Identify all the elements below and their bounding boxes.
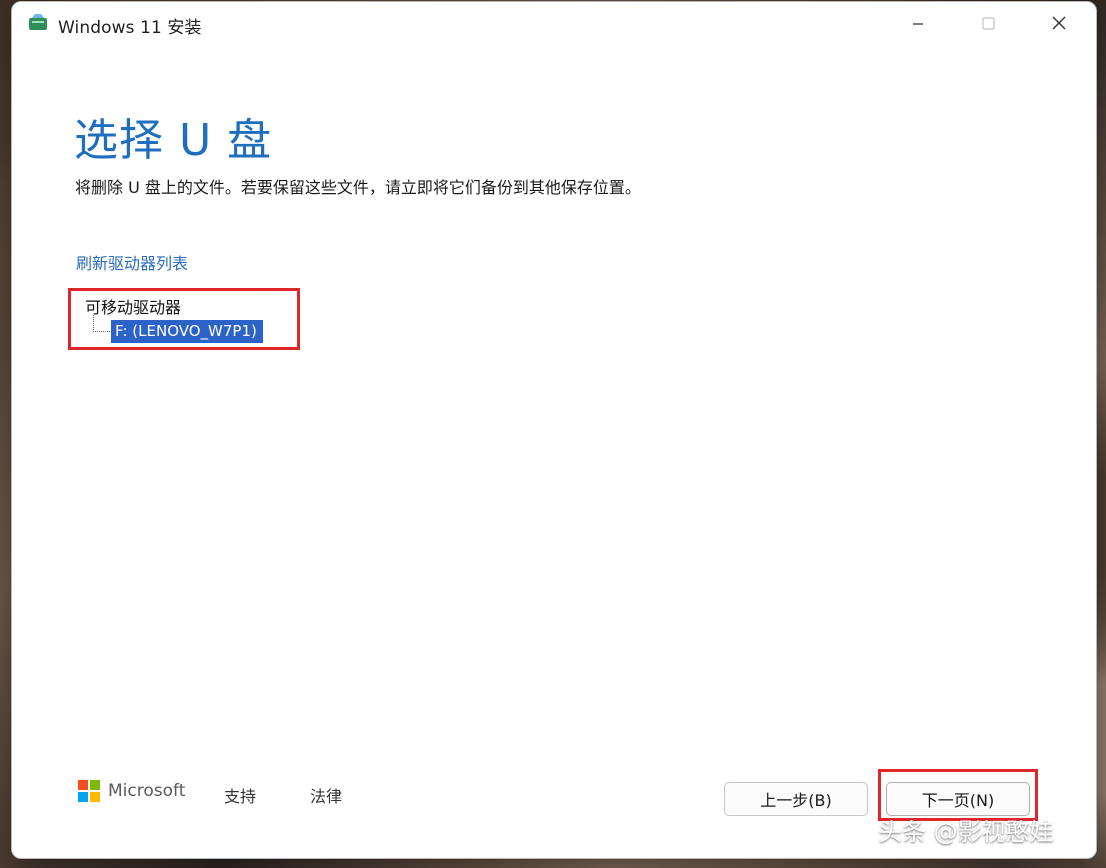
minimize-icon [912,15,924,34]
drive-tree-highlight: 可移动驱动器 F: (LENOVO_W7P1) [68,288,300,350]
watermark-text: 头条 @影视憨娃 [878,818,1054,846]
microsoft-brand-text: Microsoft [108,781,186,801]
maximize-icon [981,15,995,34]
maximize-button[interactable] [966,7,1010,41]
microsoft-logo: Microsoft [78,780,185,802]
tree-connector [93,315,110,332]
support-link[interactable]: 支持 [224,783,256,807]
refresh-drive-list-link[interactable]: 刷新驱动器列表 [76,250,188,274]
setup-window: Windows 11 安装 选择 U 盘 将删除 U 盘上的文件。若要保留这些文… [11,1,1097,859]
close-icon [1052,15,1066,34]
title-bar[interactable]: Windows 11 安装 [12,2,1096,48]
next-button[interactable]: 下一页(N) [886,782,1030,816]
page-heading: 选择 U 盘 [74,115,273,166]
minimize-button[interactable] [896,7,940,41]
close-button[interactable] [1037,7,1081,41]
microsoft-logo-icon [78,780,100,802]
back-button[interactable]: 上一步(B) [724,782,868,816]
page-subtitle: 将删除 U 盘上的文件。若要保留这些文件，请立即将它们备份到其他保存位置。 [75,178,641,197]
drive-item-f[interactable]: F: (LENOVO_W7P1) [111,320,263,343]
windows-setup-icon [28,12,48,32]
legal-link[interactable]: 法律 [310,783,342,807]
window-title: Windows 11 安装 [58,18,202,38]
